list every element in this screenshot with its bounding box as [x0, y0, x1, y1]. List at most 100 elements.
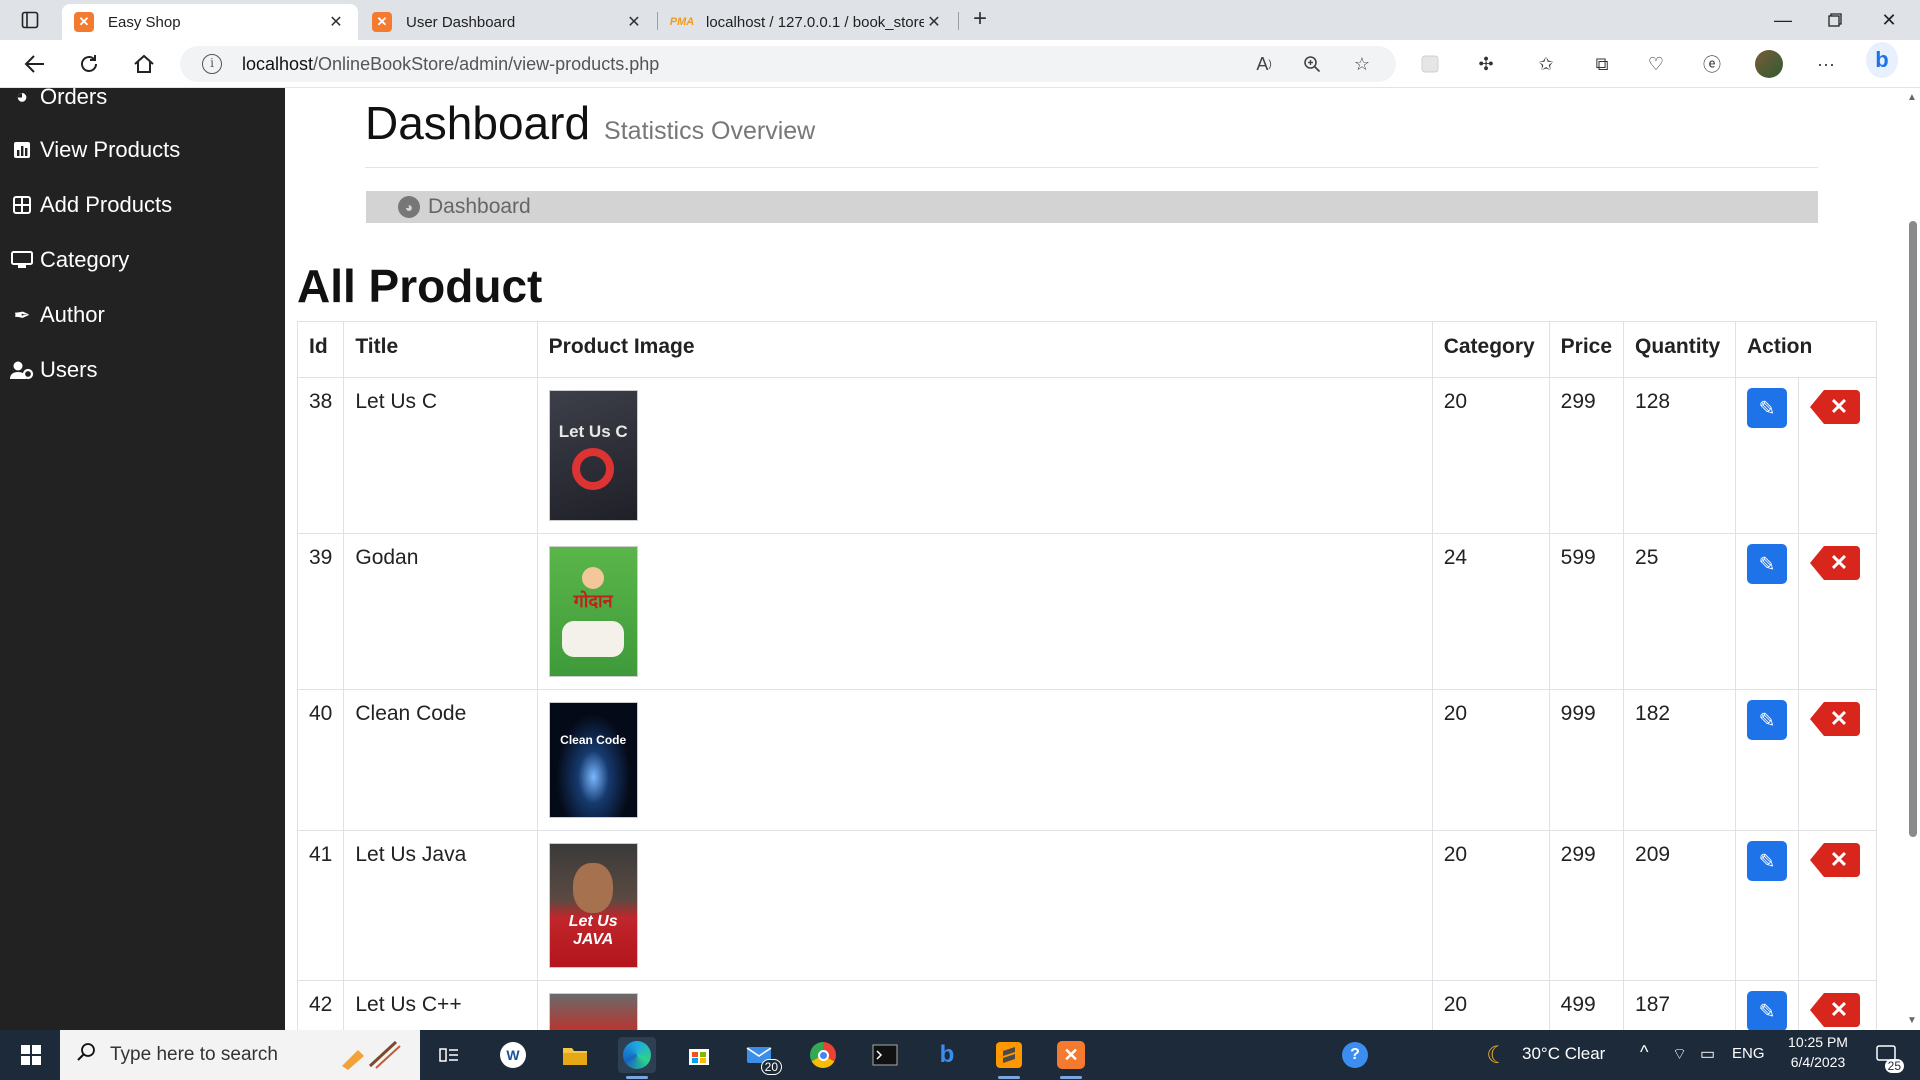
cell-image: Let Us C	[536, 377, 1433, 534]
tab-separator	[958, 12, 959, 30]
scroll-up-arrow-icon[interactable]: ▲	[1907, 92, 1917, 103]
site-info-icon[interactable]: i	[202, 54, 222, 74]
windows-taskbar: Type here to search W 20 b ✕ ? ☾ 30°C Cl…	[0, 1030, 1920, 1080]
tab-user-dashboard[interactable]: ✕ User Dashboard ✕	[360, 4, 656, 40]
address-bar[interactable]: i localhost/OnlineBookStore/admin/view-p…	[180, 46, 1396, 82]
delete-button[interactable]: ✕	[1810, 702, 1860, 736]
url-text[interactable]: localhost/OnlineBookStore/admin/view-pro…	[242, 54, 659, 75]
minimize-button[interactable]: —	[1760, 6, 1806, 34]
restore-button[interactable]	[1812, 6, 1858, 34]
cell-category: 20	[1431, 980, 1550, 1030]
refresh-button[interactable]	[72, 48, 106, 80]
home-button[interactable]	[127, 48, 161, 80]
page-subtitle: Statistics Overview	[604, 117, 816, 145]
scroll-down-arrow-icon[interactable]: ▼	[1907, 1015, 1917, 1026]
tab-actions-button[interactable]	[14, 8, 46, 32]
collections-icon[interactable]: ⧉	[1586, 50, 1618, 78]
edit-button[interactable]: ✎	[1747, 544, 1787, 584]
tab-phpmyadmin[interactable]: PMA localhost / 127.0.0.1 / book_store ✕	[660, 4, 956, 40]
edge-drop-icon[interactable]: ⓔ	[1696, 50, 1728, 78]
book-cover-image	[548, 993, 638, 1030]
xampp-taskbar-icon[interactable]: ✕	[1052, 1037, 1090, 1079]
close-window-button[interactable]: ✕	[1866, 6, 1912, 34]
taskbar-search-box[interactable]: Type here to search	[60, 1030, 420, 1080]
cell-price: 299	[1548, 830, 1625, 981]
book-cover-image: Clean Code	[548, 702, 638, 818]
clock-date: 6/4/2023	[1790, 1054, 1846, 1070]
column-header-product-image: Product Image	[536, 321, 1433, 378]
users-cog-icon	[10, 360, 34, 380]
read-aloud-icon[interactable]: A)	[1250, 52, 1278, 76]
page-scrollbar[interactable]: ▲ ▼	[1904, 88, 1920, 1030]
weather-moon-icon[interactable]: ☾	[1478, 1037, 1516, 1073]
chrome-icon[interactable]	[804, 1037, 842, 1073]
extensions-puzzle-icon[interactable]: ✣	[1470, 50, 1502, 78]
sidebar-item-author[interactable]: ✒ Author	[10, 302, 105, 328]
clock[interactable]: 10:25 PM 6/4/2023	[1778, 1034, 1858, 1070]
sidebar-item-view-products[interactable]: View Products	[10, 137, 180, 163]
sidebar-item-users[interactable]: Users	[10, 357, 97, 383]
more-options-icon[interactable]: ···	[1810, 50, 1842, 78]
search-icon	[76, 1042, 96, 1068]
zoom-icon[interactable]	[1298, 52, 1326, 76]
delete-button[interactable]: ✕	[1810, 843, 1860, 877]
mail-icon[interactable]: 20	[742, 1037, 782, 1075]
edge-browser-icon[interactable]	[618, 1037, 656, 1079]
favorite-star-icon[interactable]: ☆	[1348, 52, 1376, 76]
book-cover-image: Let Us C	[548, 390, 638, 521]
cell-category: 20	[1431, 377, 1550, 534]
table-row: 41 Let Us Java Let Us JAVA 20 299 209 ✎ …	[296, 830, 1877, 981]
cell-title: Let Us C	[343, 377, 538, 534]
admin-sidebar: ◕ Orders View Products Add Products Cate…	[0, 88, 285, 1030]
mail-count-badge: 20	[760, 1059, 782, 1075]
show-hidden-icons-icon[interactable]: ^	[1640, 1042, 1648, 1063]
bing-copilot-button[interactable]: b	[1866, 42, 1898, 78]
extension-placeholder-icon[interactable]	[1414, 50, 1446, 78]
profile-avatar[interactable]	[1753, 50, 1785, 78]
browser-essentials-icon[interactable]: ♡	[1640, 50, 1672, 78]
page-header: Dashboard Statistics Overview	[365, 96, 815, 150]
terminal-icon[interactable]	[866, 1037, 904, 1073]
xampp-icon: ✕	[74, 12, 94, 32]
cell-delete: ✕	[1798, 689, 1877, 831]
microsoft-store-icon[interactable]	[680, 1037, 718, 1073]
scrollbar-thumb[interactable]	[1909, 221, 1917, 837]
close-tab-icon[interactable]: ✕	[326, 12, 346, 32]
close-tab-icon[interactable]: ✕	[924, 12, 944, 32]
products-table: Id Title Product Image Category Price Qu…	[296, 321, 1877, 1030]
battery-icon[interactable]: ▭	[1700, 1044, 1715, 1064]
file-explorer-icon[interactable]	[556, 1037, 594, 1073]
tab-easy-shop[interactable]: ✕ Easy Shop ✕	[62, 4, 358, 40]
help-icon[interactable]: ?	[1336, 1037, 1374, 1073]
notification-center-icon[interactable]: 25	[1868, 1037, 1906, 1073]
edit-button[interactable]: ✎	[1747, 388, 1787, 428]
bing-taskbar-icon[interactable]: b	[928, 1037, 966, 1073]
delete-button[interactable]: ✕	[1810, 390, 1860, 424]
search-highlight-icon	[334, 1040, 404, 1070]
favorites-icon[interactable]: ✩	[1530, 50, 1562, 78]
weather-text[interactable]: 30°C Clear	[1522, 1044, 1605, 1064]
delete-button[interactable]: ✕	[1810, 546, 1860, 580]
delete-x-icon: ✕	[1829, 394, 1849, 419]
close-tab-icon[interactable]: ✕	[624, 12, 644, 32]
sidebar-item-category[interactable]: Category	[10, 247, 129, 273]
edit-button[interactable]: ✎	[1747, 841, 1787, 881]
task-view-icon[interactable]	[430, 1037, 468, 1073]
edit-button[interactable]: ✎	[1747, 991, 1787, 1030]
cell-image: Let Us JAVA	[536, 830, 1433, 981]
clock-time: 10:25 PM	[1788, 1034, 1848, 1050]
edit-button[interactable]: ✎	[1747, 700, 1787, 740]
start-button[interactable]	[8, 1030, 54, 1080]
wifi-icon[interactable]: ⌔	[1672, 1044, 1687, 1064]
language-indicator[interactable]: ENG	[1732, 1045, 1765, 1062]
sublime-text-icon[interactable]	[990, 1037, 1028, 1079]
sidebar-item-orders[interactable]: ◕ Orders	[10, 88, 107, 110]
sidebar-item-add-products[interactable]: Add Products	[10, 192, 172, 218]
cell-id: 40	[296, 689, 345, 831]
back-button[interactable]	[18, 48, 52, 80]
cell-category: 20	[1431, 689, 1550, 831]
table-row: 39 Godan गोदान 24 599 25 ✎ ✕	[296, 533, 1877, 690]
delete-button[interactable]: ✕	[1810, 993, 1860, 1027]
wps-app-icon[interactable]: W	[494, 1037, 532, 1073]
new-tab-button[interactable]: +	[966, 6, 994, 34]
